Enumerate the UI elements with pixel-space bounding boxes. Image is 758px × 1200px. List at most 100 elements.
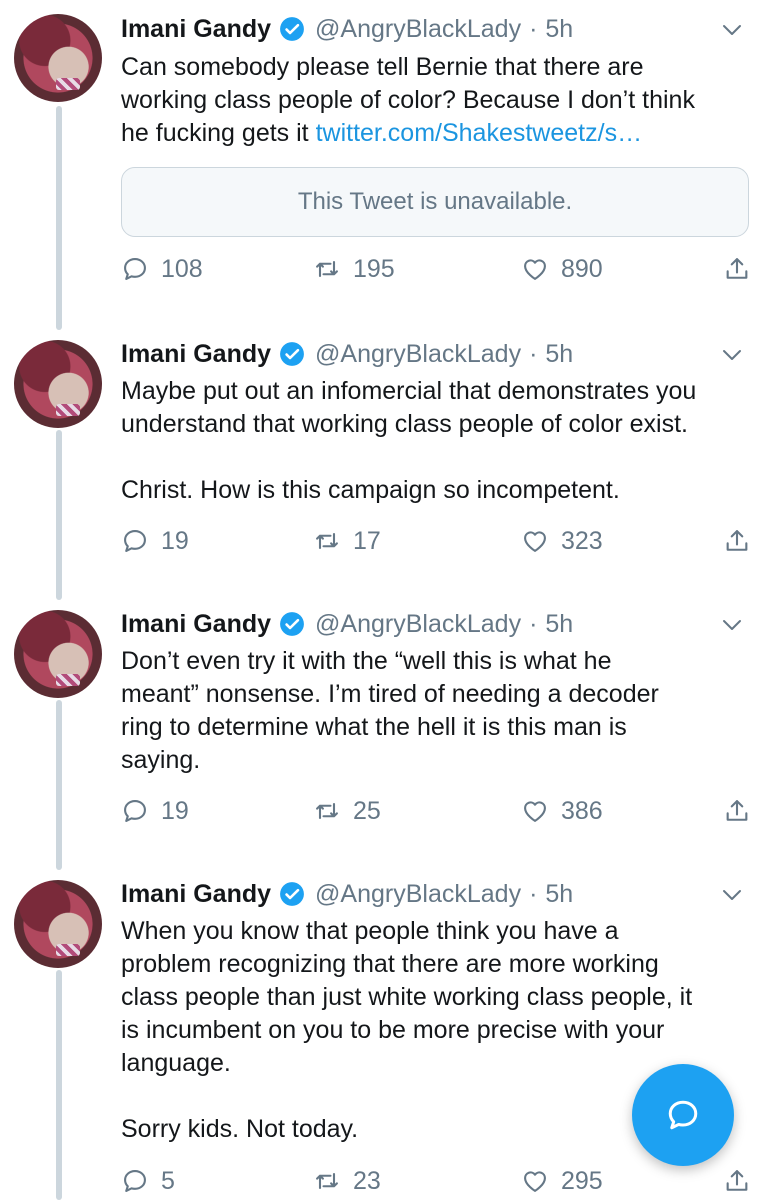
timestamp[interactable]: 5h	[545, 610, 573, 639]
quoted-tweet-link[interactable]: twitter.com/Shakestweetz/s…	[316, 119, 643, 147]
share-button[interactable]	[723, 523, 751, 559]
like-button[interactable]: 890	[521, 251, 603, 287]
text-line: When you know that people think you have…	[121, 917, 619, 945]
separator-dot: ·	[529, 14, 538, 43]
retweet-button[interactable]: 25	[313, 793, 381, 829]
retweet-count: 25	[353, 796, 381, 825]
reply-button[interactable]: 108	[121, 251, 203, 287]
text-line: working class people of color? Because I…	[121, 86, 695, 114]
reply-count: 19	[161, 526, 189, 555]
like-button[interactable]: 386	[521, 793, 603, 829]
text-fragment: he fucking gets it	[121, 119, 316, 147]
reply-button[interactable]: 19	[121, 523, 189, 559]
reply-icon	[124, 800, 146, 822]
text-line: ring to determine what the hell it is th…	[121, 713, 627, 741]
text-line: is incumbent on you to be more precise w…	[121, 1016, 665, 1044]
text-line: problem recognizing that there are more …	[121, 950, 659, 978]
verified-badge-icon	[280, 882, 304, 906]
reply-button[interactable]: 19	[121, 793, 189, 829]
reply-icon	[124, 530, 146, 552]
compose-reply-button[interactable]	[632, 1064, 734, 1166]
verified-badge-icon	[280, 612, 304, 636]
author-name[interactable]: Imani Gandy	[121, 15, 271, 44]
avatar[interactable]	[14, 14, 102, 102]
verified-badge-icon	[280, 342, 304, 366]
tweet-header: Imani Gandy @AngryBlackLady · 5h	[121, 336, 573, 372]
tweet-text: Can somebody please tell Bernie that the…	[121, 51, 747, 150]
chevron-down-icon[interactable]	[720, 883, 744, 907]
like-button[interactable]: 295	[521, 1163, 603, 1199]
author-name[interactable]: Imani Gandy	[121, 340, 271, 369]
author-name[interactable]: Imani Gandy	[121, 880, 271, 909]
share-button[interactable]	[723, 251, 751, 287]
avatar[interactable]	[14, 880, 102, 968]
retweet-count: 195	[353, 254, 395, 283]
retweet-button[interactable]: 23	[313, 1163, 381, 1199]
share-button[interactable]	[723, 793, 751, 829]
tweet-actions: 19 17 323	[121, 523, 751, 559]
tweet-actions: 108 195 890	[121, 251, 751, 287]
author-handle[interactable]: @AngryBlackLady	[315, 610, 521, 639]
retweet-count: 17	[353, 526, 381, 555]
retweet-button[interactable]: 195	[313, 251, 395, 287]
tweet-actions: 19 25 386	[121, 793, 751, 829]
share-button[interactable]	[723, 1163, 751, 1199]
like-count: 386	[561, 796, 603, 825]
retweet-count: 23	[353, 1166, 381, 1195]
reply-icon	[124, 258, 146, 280]
tweet-header: Imani Gandy @AngryBlackLady · 5h	[121, 606, 573, 642]
timestamp[interactable]: 5h	[545, 880, 573, 909]
text-line: Don’t even try it with the “well this is…	[121, 647, 612, 675]
separator-dot: ·	[529, 339, 538, 368]
share-icon	[726, 1170, 748, 1191]
tweet[interactable]: Imani Gandy @AngryBlackLady · 5h Maybe p…	[0, 330, 758, 600]
like-count: 323	[561, 526, 603, 555]
reply-button[interactable]: 5	[121, 1163, 175, 1199]
verified-badge-icon	[280, 17, 304, 41]
separator-dot: ·	[529, 879, 538, 908]
text-line: he fucking gets it twitter.com/Shakestwe…	[121, 117, 747, 150]
reply-icon	[124, 1170, 146, 1192]
share-icon	[726, 258, 748, 279]
tweet[interactable]: Imani Gandy @AngryBlackLady · 5h When yo…	[0, 870, 758, 1200]
heart-icon	[524, 259, 546, 280]
quoted-tweet-unavailable: This Tweet is unavailable.	[121, 167, 749, 237]
text-line: saying.	[121, 746, 201, 774]
share-icon	[726, 530, 748, 551]
text-line: Maybe put out an infomercial that demons…	[121, 377, 697, 405]
share-icon	[726, 800, 748, 821]
like-count: 295	[561, 1166, 603, 1195]
retweet-icon	[316, 532, 338, 550]
tweet-actions: 5 23 295	[121, 1163, 751, 1199]
tweet-text: Maybe put out an infomercial that demons…	[121, 375, 747, 507]
reply-count: 19	[161, 796, 189, 825]
author-name[interactable]: Imani Gandy	[121, 610, 271, 639]
heart-icon	[524, 801, 546, 822]
tweet-text: Don’t even try it with the “well this is…	[121, 645, 747, 777]
author-handle[interactable]: @AngryBlackLady	[315, 15, 521, 44]
like-count: 890	[561, 254, 603, 283]
text-line: Christ. How is this campaign so incompet…	[121, 476, 620, 504]
retweet-icon	[316, 802, 338, 820]
avatar[interactable]	[14, 610, 102, 698]
heart-icon	[524, 531, 546, 552]
reply-count: 5	[161, 1166, 175, 1195]
chevron-down-icon[interactable]	[720, 613, 744, 637]
tweet[interactable]: Imani Gandy @AngryBlackLady · 5h Can som…	[0, 0, 758, 330]
timestamp[interactable]: 5h	[545, 15, 573, 44]
like-button[interactable]: 323	[521, 523, 603, 559]
author-handle[interactable]: @AngryBlackLady	[315, 340, 521, 369]
reply-count: 108	[161, 254, 203, 283]
reply-bubble-icon	[668, 1100, 698, 1130]
retweet-button[interactable]: 17	[313, 523, 381, 559]
chevron-down-icon[interactable]	[720, 18, 744, 42]
text-line: Can somebody please tell Bernie that the…	[121, 53, 644, 81]
avatar[interactable]	[14, 340, 102, 428]
tweet-header: Imani Gandy @AngryBlackLady · 5h	[121, 876, 573, 912]
retweet-icon	[316, 1172, 338, 1190]
tweet[interactable]: Imani Gandy @AngryBlackLady · 5h Don’t e…	[0, 600, 758, 870]
retweet-icon	[316, 260, 338, 278]
author-handle[interactable]: @AngryBlackLady	[315, 880, 521, 909]
timestamp[interactable]: 5h	[545, 340, 573, 369]
chevron-down-icon[interactable]	[720, 343, 744, 367]
